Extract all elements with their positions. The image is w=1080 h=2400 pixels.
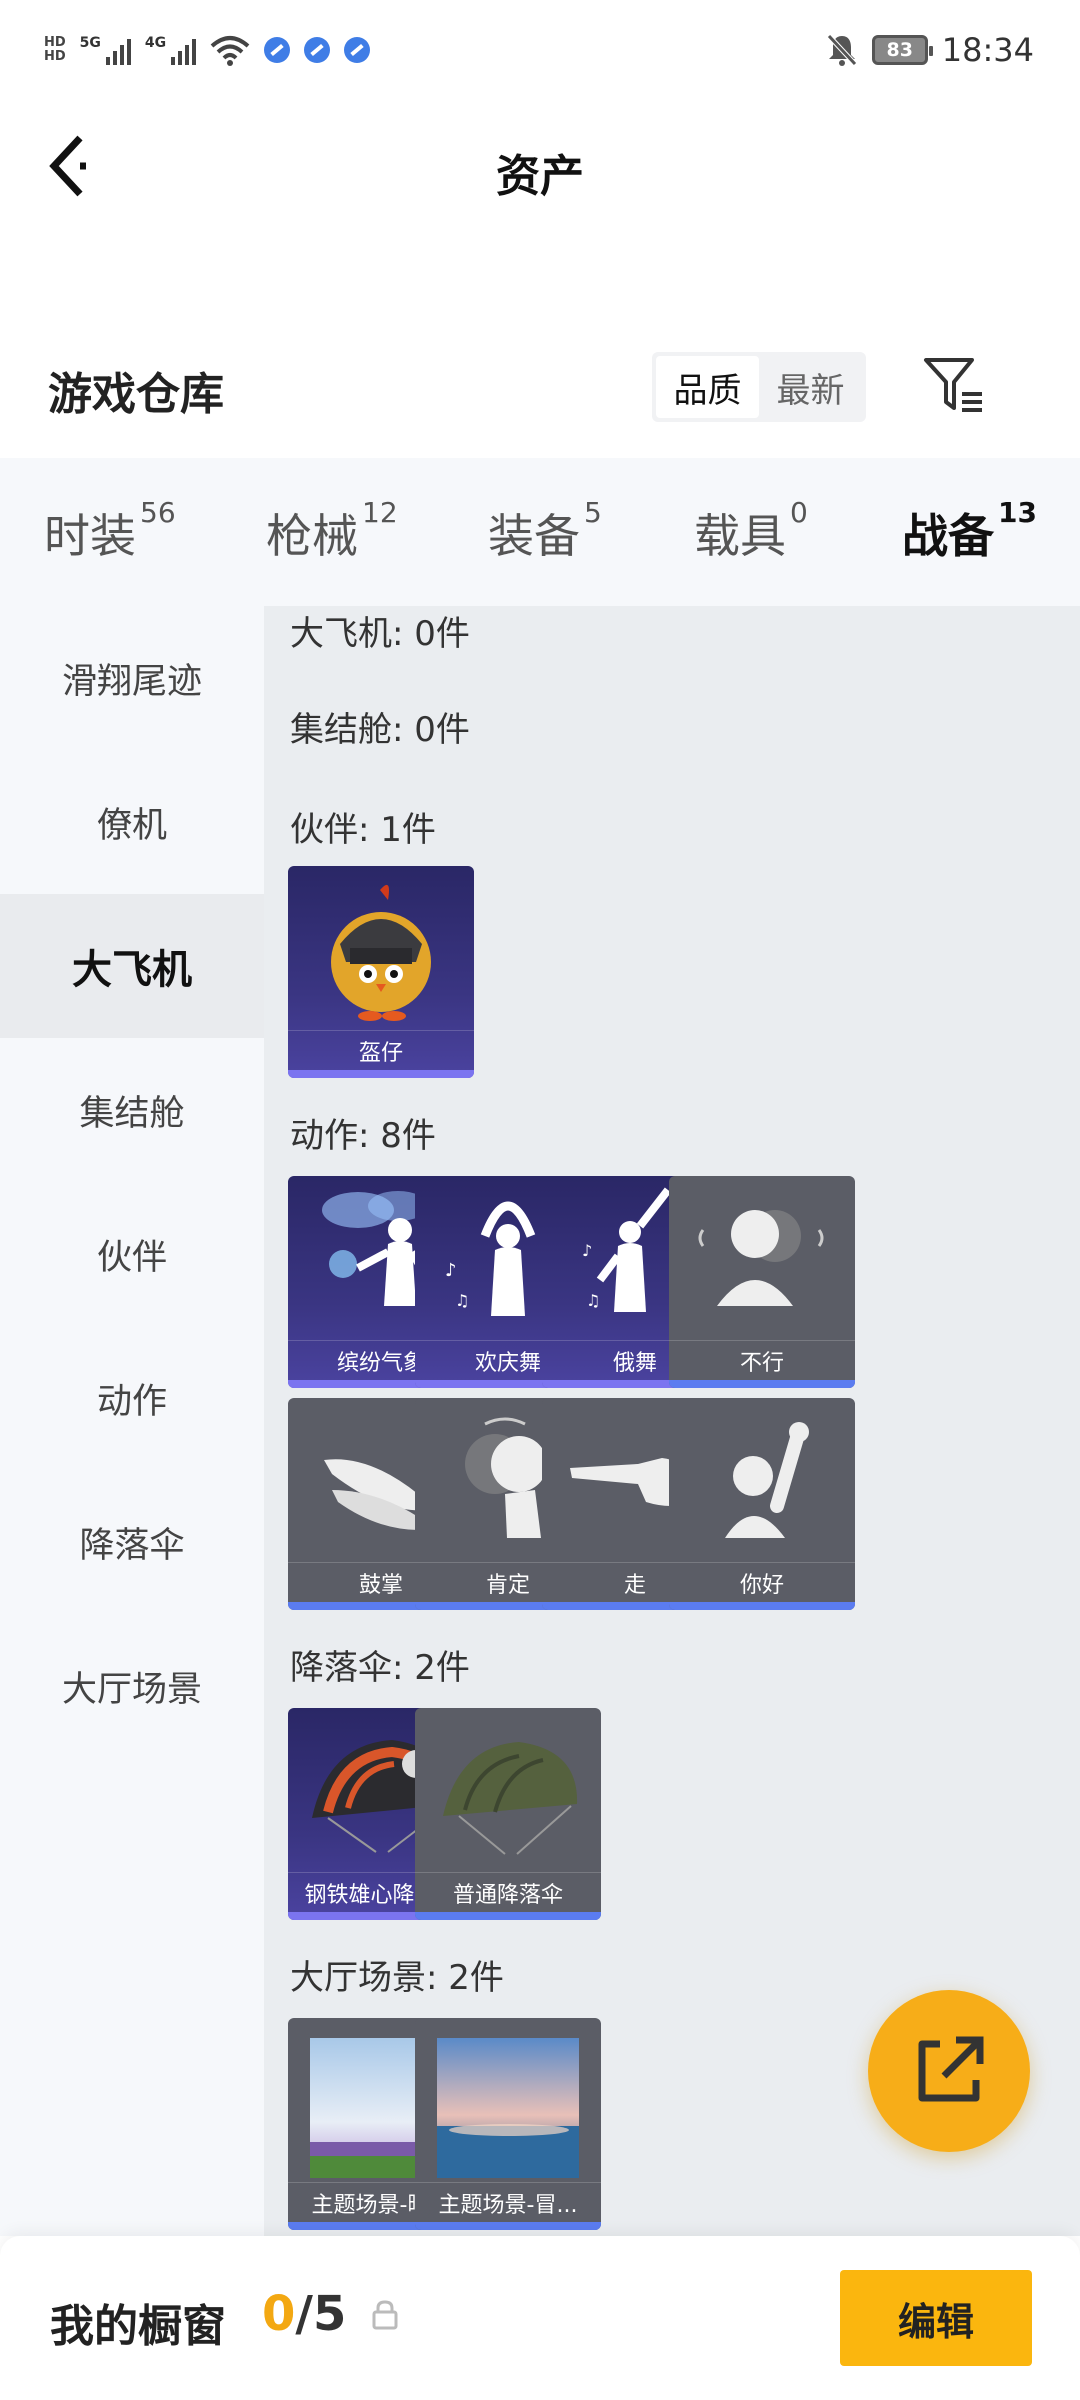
sidebar-item-glide-trail[interactable]: 滑翔尾迹 [0,606,264,750]
sidebar: 滑翔尾迹 僚机 大飞机 集结舱 伙伴 动作 降落伞 大厅场景 [0,606,264,2236]
hd-icon: HD HD [44,35,66,64]
app-notification-icon [344,37,371,63]
section-header: 游戏仓库 [0,330,1080,450]
sort-toggle: 品质 最新 [652,352,866,422]
rarity-bar [669,1380,855,1388]
sidebar-item-emote[interactable]: 动作 [0,1326,264,1470]
wifi-icon [210,36,250,66]
app-notification-icon [264,37,291,63]
tab-fashion[interactable]: 时装 56 [44,496,176,566]
tab-count: 56 [140,496,176,529]
showcase-current: 0 [262,2286,296,2342]
emote-no-icon [698,1210,824,1306]
page-title: 资产 [496,151,584,202]
sidebar-item-plane[interactable]: 大飞机 [0,894,264,1038]
showcase-total: /5 [295,2286,347,2342]
showcase-bar: 我的橱窗 0/5 编辑 [0,2236,1080,2400]
item-name: 你好 [669,1562,855,1602]
app-notification-icon [304,37,331,63]
category-tabs: 时装 56 枪械 12 装备 5 载具 0 战备 13 [0,458,1080,618]
tab-label: 载具 [694,509,786,563]
item-name: 盔仔 [288,1030,474,1070]
item-card[interactable]: 盔仔 [288,866,474,1078]
status-right: 83 18:34 [826,24,1034,76]
parachute-standard-icon [443,1742,578,1855]
tab-combat-gear[interactable]: 战备 13 [902,496,1037,618]
tab-guns[interactable]: 枪械 12 [266,496,398,566]
sidebar-item-lobby[interactable]: 大厅场景 [0,1614,264,1758]
item-name: 不行 [669,1340,855,1380]
network-5g-label: 5G [79,35,101,51]
group-heading-emote: 动作: 8件 [290,1116,436,1156]
sort-quality-option[interactable]: 品质 [656,356,759,418]
tab-count: 12 [362,496,398,529]
item-card[interactable]: 普通降落伞 [415,1708,601,1920]
filter-icon[interactable] [922,356,986,416]
tab-label: 枪械 [266,509,358,563]
group-heading-parachute: 降落伞: 2件 [290,1648,470,1688]
group-heading-lobby: 大厅场景: 2件 [290,1958,504,1998]
rarity-bar [288,1070,474,1078]
signal-5g-icon: 5G [80,35,131,65]
tab-label: 战备 [902,509,994,563]
rarity-bar [415,2222,601,2230]
status-left: HD HD 5G 4G [44,24,371,76]
sidebar-item-companion[interactable]: 伙伴 [0,1182,264,1326]
rarity-bar [415,1912,601,1920]
tab-vehicles[interactable]: 载具 0 [694,496,808,566]
svg-text:♫: ♫ [586,1291,600,1310]
tab-count: 13 [998,496,1037,529]
battery-indicator: 83 [871,35,933,65]
showcase-label: 我的橱窗 [50,2301,226,2352]
emote-hello-icon [725,1422,809,1538]
network-4g-label: 4G [144,35,167,51]
sort-latest-option[interactable]: 最新 [759,356,862,418]
clock: 18:34 [941,31,1034,69]
group-heading-plane: 大飞机: 0件 [290,614,470,654]
group-heading-capsule: 集结舱: 0件 [290,710,470,750]
signal-4g-icon: 4G [144,35,197,65]
companion-chick-icon [331,884,431,1021]
item-name: 普通降落伞 [415,1872,601,1912]
section-title: 游戏仓库 [48,369,224,420]
item-name: 主题场景-冒... [415,2182,601,2222]
sidebar-item-parachute[interactable]: 降落伞 [0,1470,264,1614]
rarity-bar [669,1602,855,1610]
tab-count: 5 [584,496,602,529]
lobby-scene-adventure-thumbnail [437,2038,579,2178]
tab-label: 装备 [488,509,580,563]
share-fab-button[interactable] [868,1990,1030,2152]
item-card[interactable]: 你好 [669,1398,855,1610]
sidebar-item-wingman[interactable]: 僚机 [0,750,264,894]
svg-text:♫: ♫ [455,1291,469,1310]
bell-off-icon [826,34,857,66]
tab-equipment[interactable]: 装备 5 [488,496,602,566]
item-card[interactable]: 主题场景-冒... [415,2018,601,2230]
tab-label: 时装 [44,509,136,563]
svg-text:♪: ♪ [445,1260,457,1281]
svg-text:♪: ♪ [582,1241,592,1260]
showcase-count: 0/5 [262,2286,346,2342]
share-external-icon [918,2036,984,2102]
app-bar: 资产 [0,100,1080,230]
lock-icon [372,2300,398,2330]
edit-button[interactable]: 编辑 [840,2270,1032,2366]
group-heading-companion: 伙伴: 1件 [290,810,436,850]
item-card[interactable]: 不行 [669,1176,855,1388]
status-bar: HD HD 5G 4G 83 18:34 [0,0,1080,100]
sidebar-item-capsule[interactable]: 集结舱 [0,1038,264,1182]
tab-count: 0 [790,496,808,529]
